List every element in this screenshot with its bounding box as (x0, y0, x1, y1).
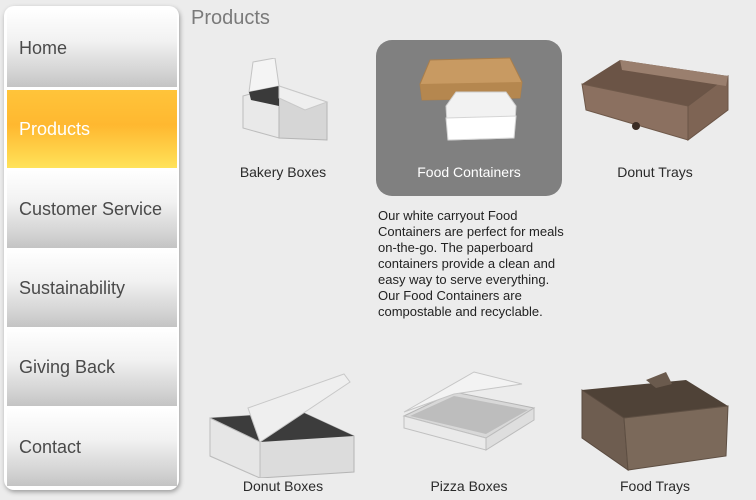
donut-box-image (209, 373, 355, 478)
nav-item-contact[interactable]: Contact (7, 408, 177, 486)
product-food-trays[interactable]: Food Trays (562, 344, 748, 500)
nav-item-label: Giving Back (19, 356, 116, 377)
nav-item-sustainability[interactable]: Sustainability (7, 249, 177, 327)
nav-item-label: Customer Service (19, 198, 163, 219)
nav-item-label: Home (19, 37, 68, 58)
nav-item-home[interactable]: Home (7, 9, 177, 87)
product-pizza-boxes[interactable]: Pizza Boxes (376, 344, 562, 500)
nav-item-label: Products (19, 118, 91, 139)
bakery-box-image (242, 58, 329, 141)
nav-item-customer-service[interactable]: Customer Service (7, 170, 177, 248)
donut-tray-image (581, 60, 729, 141)
product-food-containers[interactable]: Food Containers (376, 40, 562, 196)
sidebar-nav: Home Products Customer Service Sustainab… (4, 6, 179, 490)
product-label: Bakery Boxes (239, 164, 327, 180)
nav-item-label: Sustainability (19, 277, 126, 298)
product-bakery-boxes[interactable]: Bakery Boxes (190, 40, 376, 196)
food-tray-image (581, 372, 729, 472)
nav-item-products[interactable]: Products (7, 90, 177, 168)
product-label: Food Trays (619, 478, 691, 494)
product-donut-boxes[interactable]: Donut Boxes (190, 344, 376, 500)
nav-item-label: Contact (19, 436, 82, 457)
product-donut-trays[interactable]: Donut Trays (562, 40, 748, 196)
pizza-box-image (402, 371, 536, 451)
food-container-image (419, 57, 523, 141)
product-description: Our white carryout Food Containers are p… (378, 208, 564, 319)
page-title: Products (191, 7, 270, 29)
product-label: Donut Boxes (242, 478, 324, 494)
product-label: Food Containers (417, 164, 521, 180)
nav-item-giving-back[interactable]: Giving Back (7, 328, 177, 406)
product-label: Donut Trays (617, 164, 693, 180)
product-label: Pizza Boxes (430, 478, 508, 494)
